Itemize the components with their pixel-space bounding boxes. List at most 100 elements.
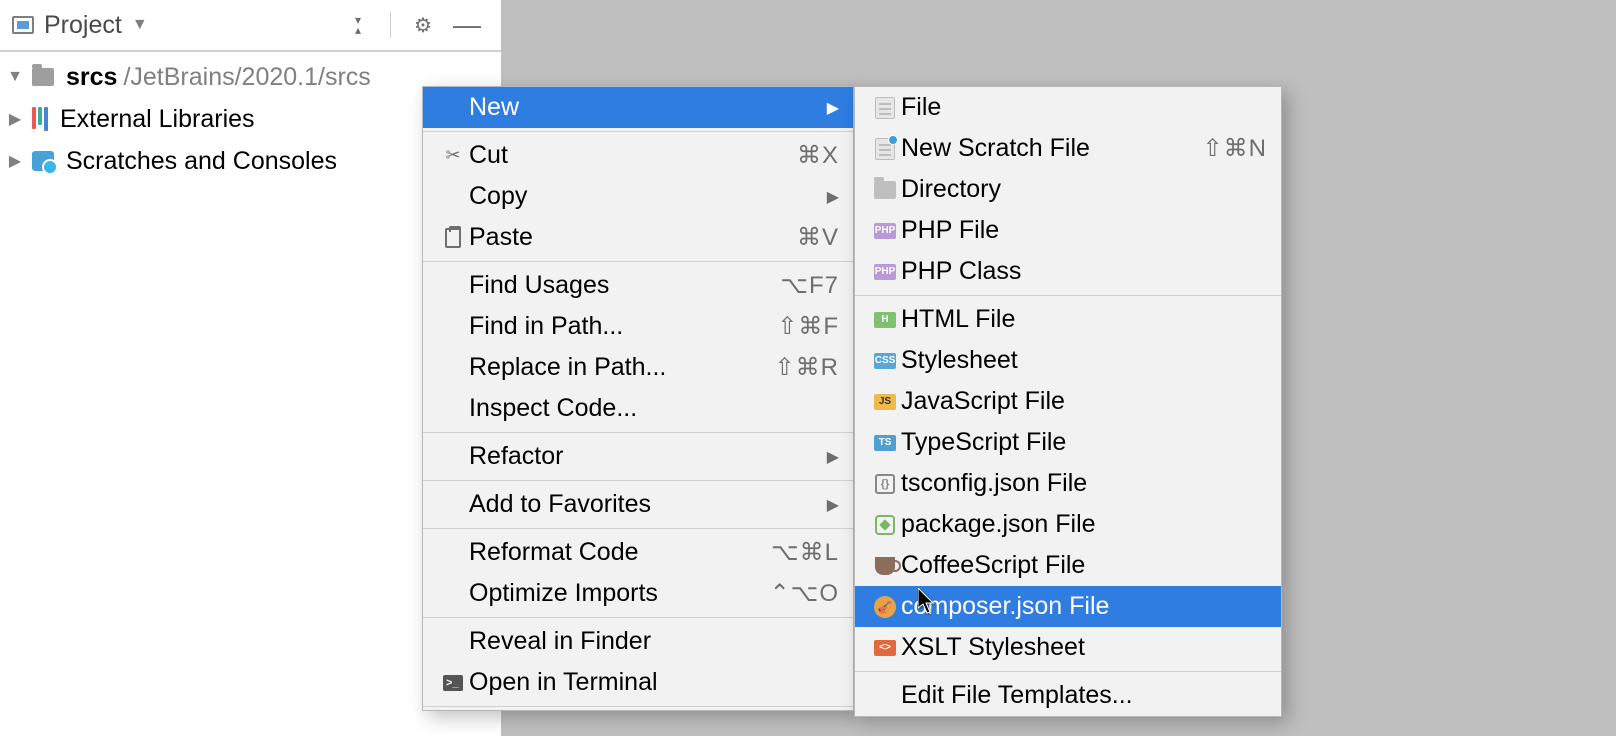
context-menu-item[interactable]: Reveal in Finder [423, 621, 853, 662]
chevron-right-icon[interactable]: ▶ [4, 109, 26, 129]
menu-item-label: Stylesheet [901, 346, 1267, 375]
menu-item-label: CoffeeScript File [901, 551, 1267, 580]
context-menu-item[interactable]: Reformat Code⌥⌘L [423, 532, 853, 573]
xslt-icon: <> [874, 640, 896, 656]
new-submenu-item[interactable]: File [855, 87, 1281, 128]
context-menu-item[interactable]: New▶ [423, 87, 853, 128]
new-submenu-item[interactable]: package.json File [855, 504, 1281, 545]
menu-item-shortcut: ⌃⌥O [770, 579, 839, 608]
chevron-right-icon: ▶ [827, 187, 839, 207]
chevron-down-icon[interactable]: ▼ [4, 68, 26, 86]
external-libraries-label: External Libraries [60, 105, 255, 134]
chevron-right-icon: ▶ [827, 495, 839, 515]
menu-item-label: Refactor [469, 442, 827, 471]
context-menu-item[interactable]: Paste⌘V [423, 217, 853, 258]
terminal-icon: >_ [443, 675, 463, 691]
chevron-right-icon: ▶ [827, 447, 839, 467]
new-submenu-item[interactable]: CSS Stylesheet [855, 340, 1281, 381]
project-view-label[interactable]: Project [44, 11, 122, 40]
new-submenu-item[interactable]: TS TypeScript File [855, 422, 1281, 463]
file-icon [875, 97, 895, 119]
chevron-right-icon[interactable]: ▶ [4, 151, 26, 171]
menu-item-shortcut: ⌘V [797, 223, 839, 252]
menu-separator [423, 706, 853, 707]
menu-item-shortcut: ⌥F7 [780, 271, 839, 300]
menu-item-label: HTML File [901, 305, 1267, 334]
menu-item-label: Open in Terminal [469, 668, 839, 697]
new-submenu-item[interactable]: HHTML File [855, 299, 1281, 340]
new-submenu-item[interactable]: JSJavaScript File [855, 381, 1281, 422]
menu-separator [423, 261, 853, 262]
menu-item-label: PHP Class [901, 257, 1267, 286]
new-submenu-item[interactable]: composer.json File [855, 586, 1281, 627]
tree-root-path: /JetBrains/2020.1/srcs [123, 63, 370, 92]
menu-item-shortcut: ⇧⌘N [1203, 134, 1267, 163]
composer-icon [874, 596, 896, 618]
new-submenu-item[interactable]: Edit File Templates... [855, 675, 1281, 716]
new-submenu-item[interactable]: tsconfig.json File [855, 463, 1281, 504]
new-submenu-item[interactable]: New Scratch File⇧⌘N [855, 128, 1281, 169]
menu-item-label: Cut [469, 141, 797, 170]
menu-separator [423, 131, 853, 132]
menu-separator [855, 295, 1281, 296]
menu-item-label: File [901, 93, 1267, 122]
directory-icon [874, 181, 896, 199]
menu-item-label: New Scratch File [901, 134, 1203, 163]
context-menu-item[interactable]: Find Usages⌥F7 [423, 265, 853, 306]
context-menu-item[interactable]: Refactor▶ [423, 436, 853, 477]
css-icon: CSS [874, 353, 896, 369]
project-view-dropdown-icon[interactable]: ▼ [132, 16, 148, 34]
tsconfig-icon [875, 474, 895, 494]
scratches-icon [32, 151, 54, 171]
context-menu: New▶✂Cut⌘XCopy▶Paste⌘VFind Usages⌥F7Find… [422, 86, 854, 711]
menu-separator [423, 480, 853, 481]
libraries-icon [32, 107, 48, 131]
context-menu-item[interactable]: Add to Favorites▶ [423, 484, 853, 525]
menu-separator [423, 432, 853, 433]
context-menu-item[interactable]: Optimize Imports⌃⌥O [423, 573, 853, 614]
scratches-label: Scratches and Consoles [66, 147, 337, 176]
project-header: Project ▼ ⚙ — [0, 0, 501, 52]
context-menu-item[interactable]: Copy▶ [423, 176, 853, 217]
menu-item-label: package.json File [901, 510, 1267, 539]
menu-item-shortcut: ⇧⌘F [777, 312, 839, 341]
scratch-file-icon [875, 138, 895, 160]
menu-item-label: Edit File Templates... [901, 681, 1267, 710]
php-icon: PHP [874, 223, 896, 239]
menu-item-label: Paste [469, 223, 797, 252]
cut-icon: ✂ [445, 145, 460, 166]
new-submenu: FileNew Scratch File⇧⌘NDirectoryPHPPHP F… [854, 86, 1282, 717]
menu-item-label: composer.json File [901, 592, 1267, 621]
chevron-right-icon: ▶ [827, 98, 839, 118]
menu-item-label: Add to Favorites [469, 490, 827, 519]
context-menu-item[interactable]: >_ Open in Terminal [423, 662, 853, 703]
new-submenu-item[interactable]: <> XSLT Stylesheet [855, 627, 1281, 668]
project-view-icon [12, 16, 34, 34]
context-menu-item[interactable]: ✂Cut⌘X [423, 135, 853, 176]
context-menu-item[interactable]: Inspect Code... [423, 388, 853, 429]
menu-item-label: Inspect Code... [469, 394, 839, 423]
new-submenu-item[interactable]: Directory [855, 169, 1281, 210]
coffee-icon [875, 557, 895, 575]
menu-item-label: Reformat Code [469, 538, 771, 567]
menu-separator [855, 671, 1281, 672]
menu-item-label: New [469, 93, 827, 122]
collapse-all-icon[interactable] [344, 11, 372, 39]
node-icon [875, 515, 895, 535]
new-submenu-item[interactable]: PHPPHP Class [855, 251, 1281, 292]
new-submenu-item[interactable]: CoffeeScript File [855, 545, 1281, 586]
folder-icon [32, 68, 54, 86]
ts-icon: TS [874, 435, 896, 451]
context-menu-item[interactable]: Replace in Path...⇧⌘R [423, 347, 853, 388]
menu-item-label: XSLT Stylesheet [901, 633, 1267, 662]
paste-icon [445, 228, 461, 248]
menu-item-label: PHP File [901, 216, 1267, 245]
context-menu-item[interactable]: Find in Path...⇧⌘F [423, 306, 853, 347]
toolbar-divider [390, 12, 391, 38]
gear-icon[interactable]: ⚙ [409, 11, 437, 39]
hide-panel-icon[interactable]: — [453, 11, 481, 39]
menu-item-label: Optimize Imports [469, 579, 770, 608]
menu-item-label: TypeScript File [901, 428, 1267, 457]
js-icon: JS [874, 394, 896, 410]
new-submenu-item[interactable]: PHP PHP File [855, 210, 1281, 251]
